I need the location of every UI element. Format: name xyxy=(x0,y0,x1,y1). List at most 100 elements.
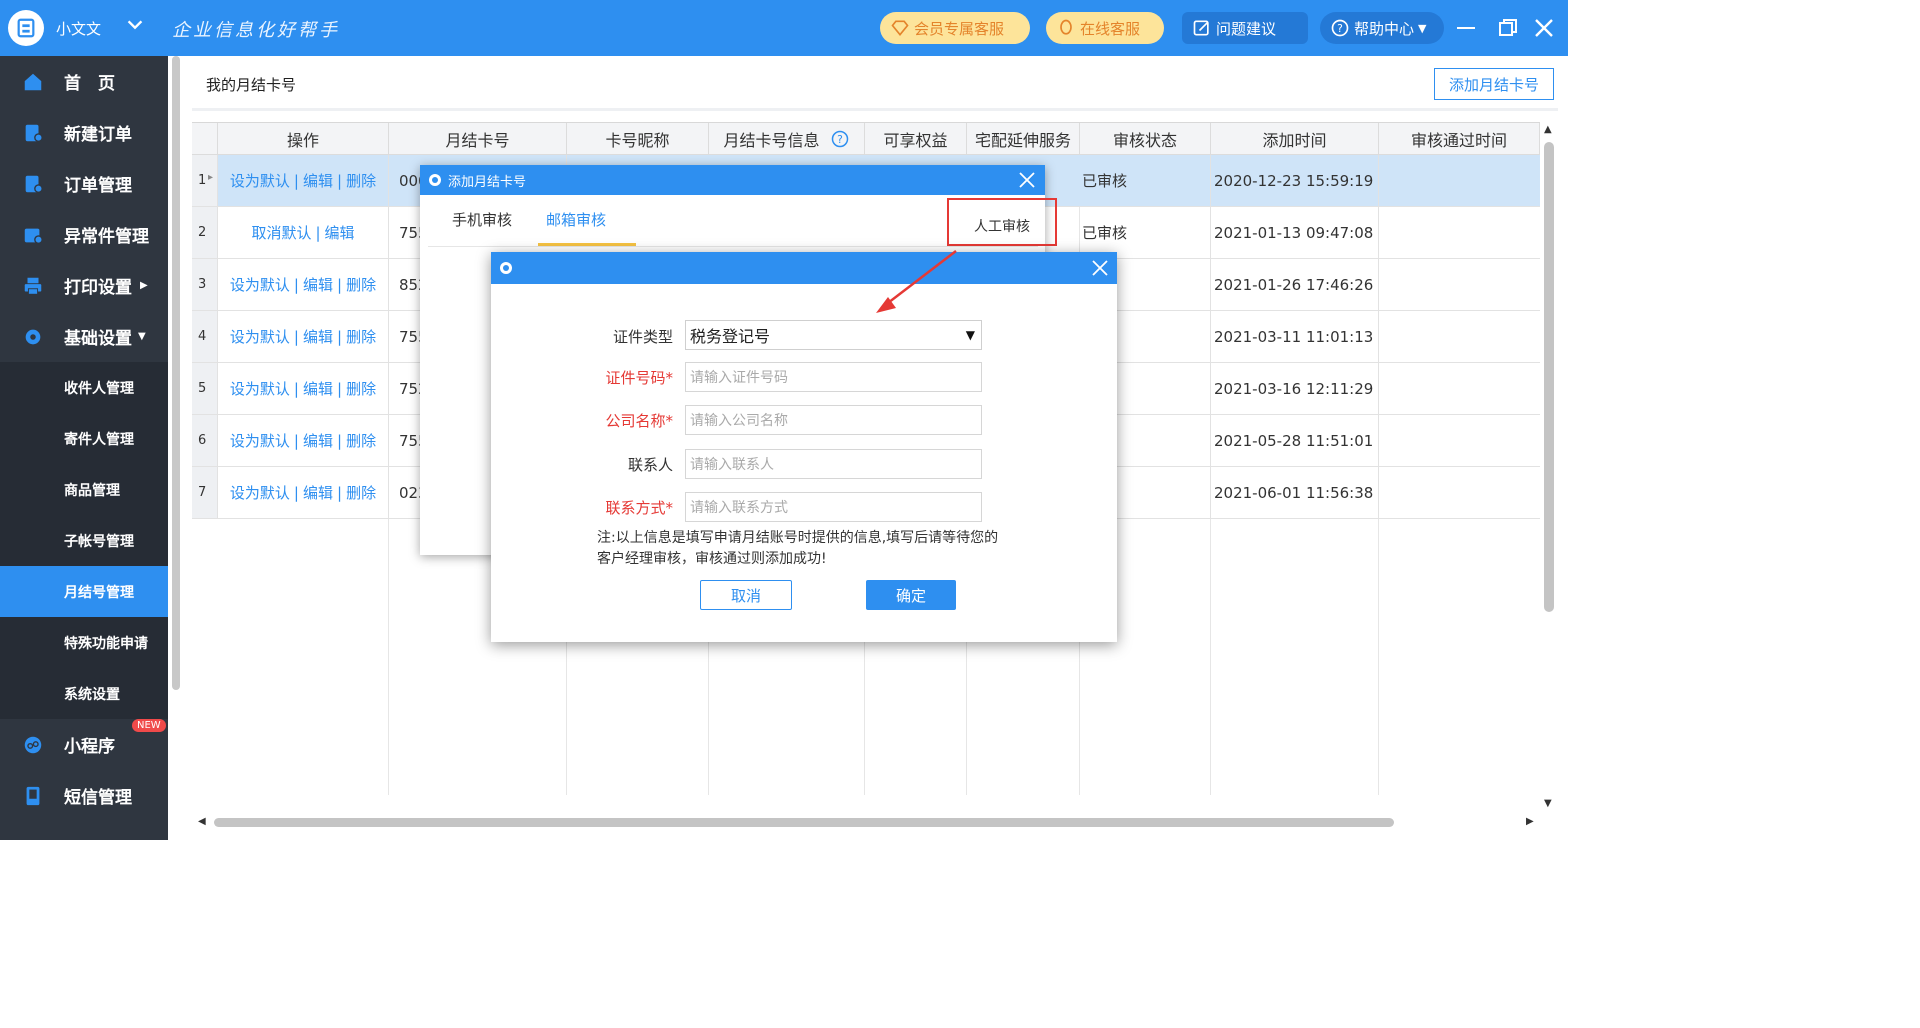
chevron-down-icon[interactable] xyxy=(124,14,146,36)
action-separator: | xyxy=(315,223,321,242)
row-action-link[interactable]: 编辑 xyxy=(325,222,355,243)
help-circle-icon[interactable]: ? xyxy=(830,129,850,149)
close-icon[interactable] xyxy=(1016,169,1038,191)
column-header[interactable]: 添加时间 xyxy=(1211,123,1379,155)
scrollbar-thumb[interactable] xyxy=(1544,142,1554,612)
column-header[interactable]: 审核状态 xyxy=(1080,123,1211,155)
caret-right-icon: ▶ xyxy=(140,280,148,291)
scroll-left-icon[interactable]: ◀ xyxy=(198,816,206,827)
company-name-label: 公司名称* xyxy=(605,412,673,430)
added-time-cell: 2021-03-11 11:01:13 xyxy=(1211,311,1379,362)
sidebar-item-home[interactable]: 首 页 xyxy=(0,56,168,107)
scroll-up-icon[interactable]: ▲ xyxy=(1544,124,1552,135)
action-separator: | xyxy=(293,327,299,346)
row-actions: 取消默认 | 编辑 xyxy=(218,207,389,258)
tab-email-verification[interactable]: 邮箱审核 xyxy=(546,209,606,230)
column-header-card-info[interactable]: 月结卡号信息 ? xyxy=(709,123,865,155)
column-header[interactable]: 宅配延伸服务 xyxy=(967,123,1080,155)
restore-icon[interactable] xyxy=(1494,14,1522,42)
id-type-select[interactable]: 税务登记号 ▼ xyxy=(685,320,982,350)
feedback-label: 问题建议 xyxy=(1216,19,1277,38)
contact-method-input[interactable]: 请输入联系方式 xyxy=(685,492,982,522)
company-name-input[interactable]: 请输入公司名称 xyxy=(685,405,982,435)
column-header[interactable]: 月结卡号 xyxy=(389,123,567,155)
sidebar-item-print-settings[interactable]: 打印设置 ▶ xyxy=(0,260,168,311)
row-action-link[interactable]: 删除 xyxy=(346,378,376,399)
cancel-button[interactable]: 取消 xyxy=(700,580,792,610)
column-header[interactable]: 操作 xyxy=(218,123,389,155)
sidebar-item-new-order[interactable]: 新建订单 xyxy=(0,107,168,158)
row-index: 7 xyxy=(192,467,218,518)
sidebar-subitem-recipients[interactable]: 收件人管理 xyxy=(0,362,168,413)
feedback-button[interactable]: 问题建议 xyxy=(1182,12,1308,44)
sidebar-item-label: 订单管理 xyxy=(64,176,132,196)
add-monthly-account-button[interactable]: 添加月结卡号 xyxy=(1434,68,1554,100)
row-action-link[interactable]: 编辑 xyxy=(303,378,333,399)
row-action-link[interactable]: 编辑 xyxy=(303,482,333,503)
scroll-right-icon[interactable]: ▶ xyxy=(1526,816,1534,827)
row-action-link[interactable]: 编辑 xyxy=(303,326,333,347)
row-action-link[interactable]: 编辑 xyxy=(303,430,333,451)
row-action-link[interactable]: 删除 xyxy=(346,170,376,191)
sidebar-subitem-products[interactable]: 商品管理 xyxy=(0,464,168,515)
row-action-link[interactable]: 设为默认 xyxy=(230,326,290,347)
close-icon[interactable] xyxy=(1089,257,1111,279)
column-header[interactable]: 可享权益 xyxy=(865,123,967,155)
table-horizontal-scrollbar[interactable]: ◀ ▶ xyxy=(192,814,1540,830)
row-action-link[interactable]: 取消默认 xyxy=(251,222,311,243)
online-service-button[interactable]: 在线客服 xyxy=(1046,12,1164,44)
column-header[interactable]: 审核通过时间 xyxy=(1379,123,1540,155)
sidebar-subitem-label: 寄件人管理 xyxy=(64,431,134,448)
sidebar-subitem-special-features[interactable]: 特殊功能申请 xyxy=(0,617,168,668)
id-number-label: 证件号码* xyxy=(605,369,673,387)
row-action-link[interactable]: 设为默认 xyxy=(230,274,290,295)
row-action-link[interactable]: 设为默认 xyxy=(230,430,290,451)
row-action-link[interactable]: 编辑 xyxy=(303,274,333,295)
sidebar-item-exceptions[interactable]: 异常件管理 xyxy=(0,209,168,260)
diamond-icon xyxy=(891,20,909,36)
minimize-icon[interactable] xyxy=(1452,14,1480,42)
row-action-link[interactable]: 删除 xyxy=(346,482,376,503)
sidebar-scrollbar[interactable] xyxy=(172,56,180,690)
id-type-value: 税务登记号 xyxy=(690,327,771,346)
row-actions: 设为默认 | 编辑 | 删除 xyxy=(218,311,389,362)
close-icon[interactable] xyxy=(1530,14,1558,42)
help-center-button[interactable]: ? 帮助中心 ▼ xyxy=(1320,12,1444,44)
scrollbar-thumb[interactable] xyxy=(214,818,1394,827)
sidebar-subitem-label: 子帐号管理 xyxy=(64,533,134,550)
sidebar-subitem-subaccounts[interactable]: 子帐号管理 xyxy=(0,515,168,566)
id-number-input[interactable]: 请输入证件号码 xyxy=(685,362,982,392)
confirm-button[interactable]: 确定 xyxy=(866,580,956,610)
row-index: 2 xyxy=(192,207,218,258)
added-time-cell: 2021-01-26 17:46:26 xyxy=(1211,259,1379,310)
sidebar-subitem-monthly-account[interactable]: 月结号管理 xyxy=(0,566,168,617)
row-action-link[interactable]: 设为默认 xyxy=(230,378,290,399)
sidebar-item-sms[interactable]: 短信管理 xyxy=(0,770,168,821)
sms-icon xyxy=(26,786,40,805)
sidebar-item-basic-settings[interactable]: 基础设置 ▼ xyxy=(0,311,168,362)
page-title: 我的月结卡号 xyxy=(206,76,297,94)
contact-person-input[interactable]: 请输入联系人 xyxy=(685,449,982,479)
column-header[interactable]: 卡号昵称 xyxy=(567,123,709,155)
tab-manual-verification[interactable]: 人工审核 xyxy=(974,216,1030,236)
sidebar-subitem-system-settings[interactable]: 系统设置 xyxy=(0,668,168,719)
scroll-down-icon[interactable]: ▼ xyxy=(1544,798,1552,809)
sidebar-item-mini-program[interactable]: 小程序 NEW xyxy=(0,719,168,770)
row-action-link[interactable]: 删除 xyxy=(346,274,376,295)
vip-service-button[interactable]: 会员专属客服 xyxy=(880,12,1030,44)
caret-down-icon: ▼ xyxy=(138,331,146,342)
action-separator: | xyxy=(293,275,299,294)
row-actions: 设为默认 | 编辑 | 删除 xyxy=(218,467,389,518)
row-action-link[interactable]: 编辑 xyxy=(303,170,333,191)
row-action-link[interactable]: 删除 xyxy=(346,430,376,451)
row-action-link[interactable]: 删除 xyxy=(346,326,376,347)
title-bar: 小文文 企业信息化好帮手 会员专属客服 在线客服 问题建议 ? 帮助中心 ▼ xyxy=(0,0,1568,56)
sidebar-subitem-label: 系统设置 xyxy=(64,686,120,703)
row-action-link[interactable]: 设为默认 xyxy=(230,170,290,191)
sidebar-item-orders[interactable]: 订单管理 xyxy=(0,158,168,209)
row-action-link[interactable]: 设为默认 xyxy=(230,482,290,503)
user-name[interactable]: 小文文 xyxy=(56,18,101,39)
tab-phone-verification[interactable]: 手机审核 xyxy=(452,209,512,230)
table-vertical-scrollbar[interactable]: ▲ ▼ xyxy=(1540,122,1556,814)
sidebar-subitem-senders[interactable]: 寄件人管理 xyxy=(0,413,168,464)
